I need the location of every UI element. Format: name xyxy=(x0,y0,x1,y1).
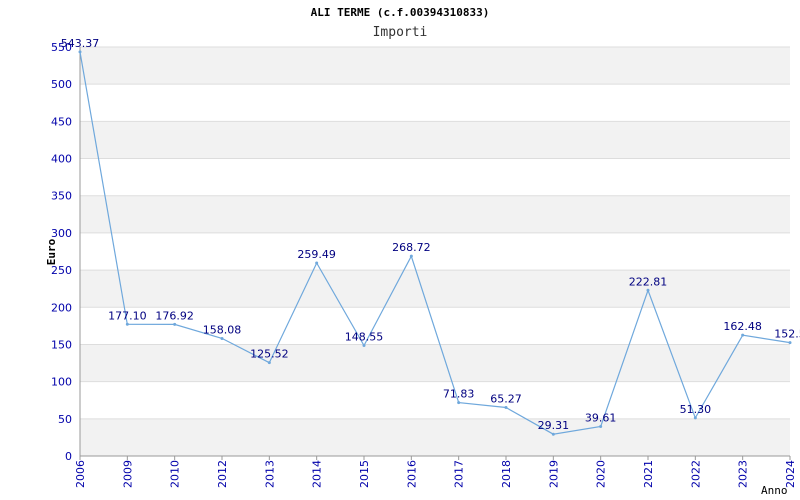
y-tick-label: 200 xyxy=(51,301,72,314)
y-tick-label: 350 xyxy=(51,190,72,203)
data-label: 158.08 xyxy=(203,323,242,336)
y-tick-label: 450 xyxy=(51,115,72,128)
data-point xyxy=(220,336,224,340)
data-label: 543.37 xyxy=(61,37,100,50)
data-label: 176.92 xyxy=(155,309,194,322)
data-point xyxy=(504,405,508,409)
data-point xyxy=(457,401,461,405)
data-point xyxy=(315,261,319,265)
data-point xyxy=(599,425,603,429)
x-tick-label: 2014 xyxy=(311,460,324,488)
data-point xyxy=(741,333,745,337)
y-tick-label: 0 xyxy=(65,450,72,463)
data-label: 65.27 xyxy=(490,392,522,405)
y-tick-label: 50 xyxy=(58,413,72,426)
grid-bands xyxy=(80,47,790,456)
data-label: 51.30 xyxy=(680,403,712,416)
data-point xyxy=(693,416,697,420)
data-point xyxy=(551,432,555,436)
data-label: 268.72 xyxy=(392,241,431,254)
data-point xyxy=(362,344,366,348)
data-point xyxy=(267,361,271,365)
x-tick-label: 2010 xyxy=(169,460,182,488)
x-tick-label: 2012 xyxy=(216,460,229,488)
data-label: 177.10 xyxy=(108,309,147,322)
x-tick-label: 2022 xyxy=(689,460,702,488)
y-tick-label: 300 xyxy=(51,227,72,240)
chart-container: ALI TERME (c.f.00394310833) Importi 0 50 1… xyxy=(0,0,800,500)
data-label: 125.52 xyxy=(250,348,289,361)
x-axis-label: Anno xyxy=(761,484,788,497)
data-label: 39.61 xyxy=(585,412,617,425)
grid-band xyxy=(80,195,790,233)
data-label: 148.55 xyxy=(345,331,384,344)
data-point xyxy=(646,288,650,292)
grid-band xyxy=(80,344,790,382)
grid-band xyxy=(80,47,790,85)
x-tick-label: 2015 xyxy=(358,460,371,488)
y-tick-label: 400 xyxy=(51,153,72,166)
data-point xyxy=(78,50,82,54)
x-tick-label: 2019 xyxy=(547,460,560,488)
y-tick-label: 500 xyxy=(51,78,72,91)
x-tick-label: 2023 xyxy=(737,460,750,488)
x-tick-label: 2013 xyxy=(263,460,276,488)
y-tick-label: 150 xyxy=(51,338,72,351)
data-point xyxy=(173,322,177,326)
data-point xyxy=(409,254,413,258)
x-tick-label: 2018 xyxy=(500,460,513,488)
data-point xyxy=(125,322,129,326)
y-axis-label: Euro xyxy=(45,238,58,265)
x-tick-label: 2016 xyxy=(405,460,418,488)
x-tick-label: 2006 xyxy=(74,460,87,488)
grid-band xyxy=(80,270,790,308)
x-tick-label: 2017 xyxy=(453,460,466,488)
data-label: 162.48 xyxy=(723,320,762,333)
data-label: 29.31 xyxy=(538,419,570,432)
grid-band xyxy=(80,121,790,159)
y-tick-label: 100 xyxy=(51,376,72,389)
line-chart: 0501001502002503003504004505005502006 200… xyxy=(45,37,800,497)
data-label: 259.49 xyxy=(297,248,336,261)
data-label: 222.81 xyxy=(629,275,668,288)
data-label: 152.5 xyxy=(774,328,800,341)
data-label: 71.83 xyxy=(443,388,475,401)
x-tick-label: 2009 xyxy=(121,460,134,488)
x-tick-label: 2021 xyxy=(642,460,655,488)
data-point xyxy=(788,341,792,345)
grid-band xyxy=(80,418,790,456)
x-tick-label: 2020 xyxy=(595,460,608,488)
